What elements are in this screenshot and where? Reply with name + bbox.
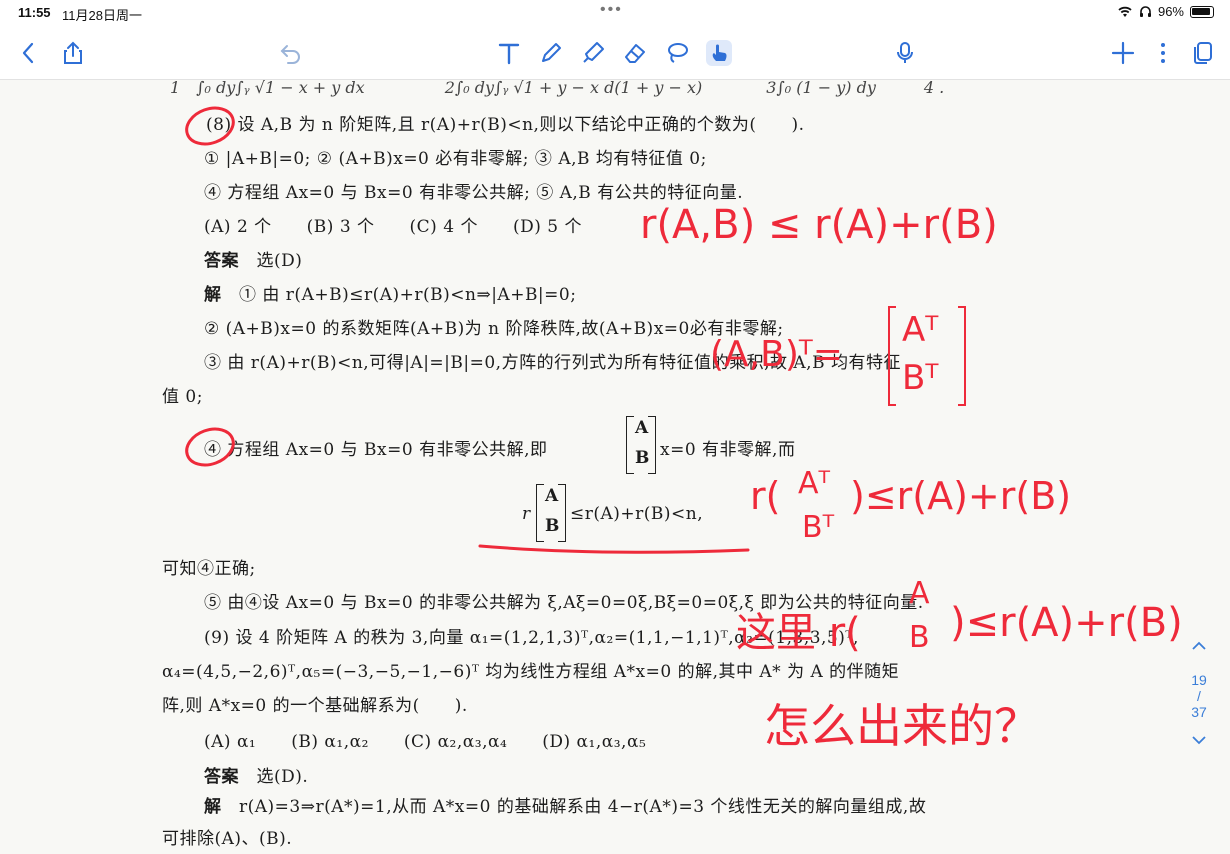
ink-bt: Bᵀ: [902, 358, 939, 398]
rank-inequality: ≤r(A)+r(B)<n,: [570, 504, 704, 524]
ink-at-2: Aᵀ: [798, 466, 831, 501]
rank-r: r: [522, 504, 531, 524]
rank-matrix-a: A: [545, 486, 559, 506]
matrix-a: A: [635, 418, 649, 438]
ink-question-prefix: 这里 r(: [736, 610, 861, 656]
q9-answer-label: 答案: [204, 767, 239, 787]
battery-percent: 96%: [1157, 4, 1184, 19]
pages-icon[interactable]: [1188, 38, 1218, 68]
ink-b: B: [909, 620, 930, 655]
ink-note-rank-ab: r(A,B) ≤ r(A)+r(B): [640, 202, 998, 248]
answer-label: 答案: [204, 251, 239, 271]
q9-answer: 答案 选(D).: [204, 762, 308, 787]
solution-4b: x=0 有非零解,而: [660, 440, 796, 460]
q9-solution: 解 r(A)=3⇒r(A*)=1,从而 A*x=0 的基础解系由 4−r(A*)…: [204, 792, 926, 817]
text-icon[interactable]: [494, 38, 524, 68]
solution-4c: 可知④正确;: [162, 559, 256, 579]
undo-icon[interactable]: [276, 38, 306, 68]
ink-question-line1: 这里 r(: [736, 600, 861, 658]
more-icon[interactable]: [1148, 38, 1178, 68]
rank-matrix-ab: A B: [536, 484, 566, 542]
ink-note-transpose-text: (A,B)ᵀ=: [710, 334, 843, 375]
ink-bt-2: Bᵀ: [802, 510, 835, 545]
lasso-icon[interactable]: [662, 38, 692, 68]
q8-statements-1: ① |A+B|=0; ② (A+B)x=0 必有非零解; ③ A,B 均有特征值…: [204, 149, 707, 169]
ink-stacked-transposes: Aᵀ Bᵀ: [798, 466, 850, 552]
q9-options: (A) α₁ (B) α₁,α₂ (C) α₂,α₃,α₄ (D) α₁,α₃,…: [204, 732, 647, 752]
q8-stem: (8) 设 A,B 为 n 阶矩阵,且 r(A)+r(B)<n,则以下结论中正确…: [206, 115, 805, 135]
q9-solution-text: r(A)=3⇒r(A*)=1,从而 A*x=0 的基础解系由 4−r(A*)=3…: [239, 797, 927, 817]
wifi-icon: [1118, 6, 1132, 17]
ink-question-line2: 怎么出来的？: [764, 699, 1040, 753]
q9-stem-3: 阵,则 A*x=0 的一个基础解系为( ).: [162, 696, 468, 716]
battery-icon: [1190, 5, 1214, 18]
answer-value: 选(D): [256, 251, 303, 271]
solution-3b: 值 0;: [162, 387, 203, 407]
q8-answer: 答案 选(D): [204, 246, 302, 271]
solution-2: ② (A+B)x=0 的系数矩阵(A+B)为 n 阶降秩阵,故(A+B)x=0必…: [204, 319, 784, 339]
q9-solution-label: 解: [204, 797, 222, 817]
ink-r-open: r(: [750, 474, 781, 518]
status-bar: 11:55 11月28日周一 ••• 96%: [0, 0, 1230, 26]
annotation-toolbar: [0, 26, 1230, 80]
status-date: 11月28日周一: [62, 8, 142, 23]
highlighter-icon[interactable]: [578, 38, 608, 68]
solution-1: 解 ① 由 r(A+B)≤r(A)+r(B)<n⇒|A+B|=0;: [204, 280, 576, 305]
ink-a: A: [909, 576, 930, 611]
page-indicator: 19 / 37: [1182, 640, 1216, 746]
eraser-icon[interactable]: [620, 38, 650, 68]
q9-solution-2: 可排除(A)、(B).: [162, 829, 293, 849]
ink-note-transpose: (A,B)ᵀ=: [710, 334, 843, 375]
block-matrix-ab: A B: [626, 416, 656, 474]
q8-statements-2: ④ 方程组 Ax=0 与 Bx=0 有非零公共解; ⑤ A,B 有公共的特征向量…: [204, 183, 744, 203]
document-page[interactable]: 1 ∫₀ dy∫ᵧ √1 − x + y dx 2∫₀ dy∫ᵧ √1 + y …: [0, 80, 1230, 854]
total-pages: 37: [1191, 704, 1207, 720]
page-up-icon[interactable]: [1190, 640, 1208, 652]
solution-4a: ④ 方程组 Ax=0 与 Bx=0 有非零公共解,即: [204, 440, 548, 460]
solution-1-text: ① 由 r(A+B)≤r(A)+r(B)<n⇒|A+B|=0;: [239, 285, 577, 305]
pen-icon[interactable]: [536, 38, 566, 68]
page-down-icon[interactable]: [1190, 734, 1208, 746]
headphones-icon: [1139, 6, 1151, 17]
ink-question-inequality: )≤r(A)+r(B): [950, 600, 1183, 646]
q9-stem-2: α₄=(4,5,−2,6)ᵀ,α₅=(−3,−5,−1,−6)ᵀ 均为线性方程组…: [162, 662, 900, 682]
add-icon[interactable]: [1108, 38, 1138, 68]
share-icon[interactable]: [58, 38, 88, 68]
current-page: 19: [1191, 672, 1207, 688]
mic-icon[interactable]: [890, 38, 920, 68]
page-separator: /: [1197, 688, 1201, 704]
ink-note-rank-stacked: r(: [750, 474, 780, 518]
ink-matrix-transpose: Aᵀ Bᵀ: [888, 306, 966, 406]
back-icon[interactable]: [14, 38, 44, 68]
ink-rank-inequality: )≤r(A)+r(B): [850, 474, 1072, 518]
status-right: 96%: [1117, 4, 1214, 19]
q8-options: (A) 2 个 (B) 3 个 (C) 4 个 (D) 5 个: [204, 217, 582, 237]
cutoff-formula-line: 1 ∫₀ dy∫ᵧ √1 − x + y dx 2∫₀ dy∫ᵧ √1 + y …: [170, 80, 945, 97]
ink-stacked-ab: A B: [905, 576, 951, 662]
ink-at: Aᵀ: [902, 310, 939, 350]
q9-answer-value: 选(D).: [256, 767, 309, 787]
touch-icon[interactable]: [704, 38, 734, 68]
solution-label: 解: [204, 285, 222, 305]
status-time: 11:55: [18, 5, 51, 20]
multitask-dots-icon[interactable]: •••: [600, 1, 623, 19]
